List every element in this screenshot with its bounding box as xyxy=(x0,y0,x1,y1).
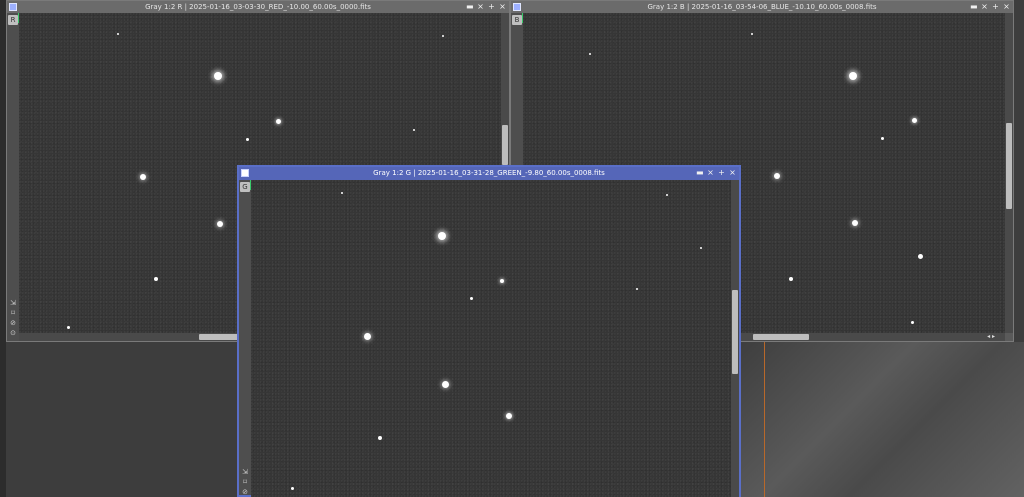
star xyxy=(276,119,281,124)
window-title: Gray 1:2 R | 2025-01-16_03-03-30_RED_-10… xyxy=(145,3,371,11)
star xyxy=(470,297,473,300)
star xyxy=(341,192,343,194)
star xyxy=(214,72,222,80)
window-menu-icon[interactable] xyxy=(9,3,17,11)
maximize-button[interactable]: + xyxy=(488,1,495,13)
star xyxy=(154,277,158,281)
vertical-scrollbar[interactable] xyxy=(1005,13,1013,333)
star xyxy=(117,33,119,35)
star xyxy=(636,288,638,290)
window-title: Gray 1:2 G | 2025-01-16_03-31-28_GREEN_-… xyxy=(373,169,605,177)
maximize-button[interactable]: + xyxy=(718,167,725,179)
pin-icon[interactable]: ⌑ xyxy=(241,478,249,486)
window-title: Gray 1:2 B | 2025-01-16_03-54-06_BLUE_-1… xyxy=(647,3,877,11)
star xyxy=(881,137,884,140)
channel-badge[interactable]: G xyxy=(240,182,250,192)
channel-badge[interactable]: R xyxy=(8,15,18,25)
star xyxy=(589,53,591,55)
fit-view-icon[interactable]: ⇲ xyxy=(9,299,17,307)
workspace-background xyxy=(740,342,1024,497)
star xyxy=(67,326,70,329)
shade-button[interactable]: ▬ xyxy=(696,167,704,179)
star xyxy=(500,279,504,283)
close-button[interactable]: × xyxy=(499,1,506,13)
star xyxy=(291,487,294,490)
close-button[interactable]: × xyxy=(729,167,736,179)
channel-badge[interactable]: B xyxy=(512,15,522,25)
window-menu-icon[interactable] xyxy=(513,3,521,11)
image-view[interactable] xyxy=(251,180,731,497)
star xyxy=(442,381,449,388)
maximize-button[interactable]: + xyxy=(992,1,999,13)
star xyxy=(918,254,923,259)
title-bar[interactable]: Gray 1:2 R | 2025-01-16_03-03-30_RED_-10… xyxy=(7,1,509,13)
image-window-green[interactable]: Gray 1:2 G | 2025-01-16_03-31-28_GREEN_-… xyxy=(237,165,741,497)
view-sidebar: R ⇲ ⌑ ⊘ ⊙ xyxy=(7,13,19,341)
star xyxy=(774,173,780,179)
image-noise xyxy=(251,180,731,497)
fit-view-icon[interactable]: ⇲ xyxy=(241,468,249,476)
star xyxy=(852,220,858,226)
lock-icon[interactable]: ⊙ xyxy=(9,329,17,337)
workspace: Gray 1:2 R | 2025-01-16_03-03-30_RED_-10… xyxy=(0,0,1024,497)
shade-button[interactable]: ▬ xyxy=(466,1,474,13)
view-sidebar: G ⇲ ⌑ ⊘ xyxy=(239,180,251,496)
star xyxy=(438,232,446,240)
scroll-thumb[interactable] xyxy=(199,334,239,340)
title-bar[interactable]: Gray 1:2 B | 2025-01-16_03-54-06_BLUE_-1… xyxy=(511,1,1013,13)
close-button[interactable]: × xyxy=(1003,1,1010,13)
star xyxy=(751,33,753,35)
shade-button[interactable]: ▬ xyxy=(970,1,978,13)
scroll-thumb[interactable] xyxy=(1006,123,1012,209)
star xyxy=(911,321,914,324)
star xyxy=(246,138,249,141)
star xyxy=(912,118,917,123)
star xyxy=(506,413,512,419)
star xyxy=(140,174,146,180)
scroll-thumb[interactable] xyxy=(732,290,738,374)
star xyxy=(849,72,857,80)
link-icon[interactable]: ⊘ xyxy=(9,319,17,327)
star xyxy=(217,221,223,227)
iconize-button[interactable]: × xyxy=(707,167,714,179)
star xyxy=(442,35,444,37)
title-bar[interactable]: Gray 1:2 G | 2025-01-16_03-31-28_GREEN_-… xyxy=(239,167,739,180)
link-icon[interactable]: ⊘ xyxy=(241,488,249,496)
workspace-guide-line xyxy=(764,342,765,497)
star xyxy=(378,436,382,440)
iconize-button[interactable]: × xyxy=(477,1,484,13)
window-menu-icon[interactable] xyxy=(241,169,249,177)
vertical-scrollbar[interactable] xyxy=(731,180,739,497)
scroll-thumb[interactable] xyxy=(753,334,809,340)
pin-icon[interactable]: ⌑ xyxy=(9,309,17,317)
star xyxy=(666,194,668,196)
star xyxy=(364,333,371,340)
scroll-arrows-icon[interactable]: ◂ ▸ xyxy=(987,333,995,341)
iconize-button[interactable]: × xyxy=(981,1,988,13)
star xyxy=(413,129,415,131)
star xyxy=(789,277,793,281)
scroll-thumb[interactable] xyxy=(502,125,508,165)
star xyxy=(700,247,702,249)
